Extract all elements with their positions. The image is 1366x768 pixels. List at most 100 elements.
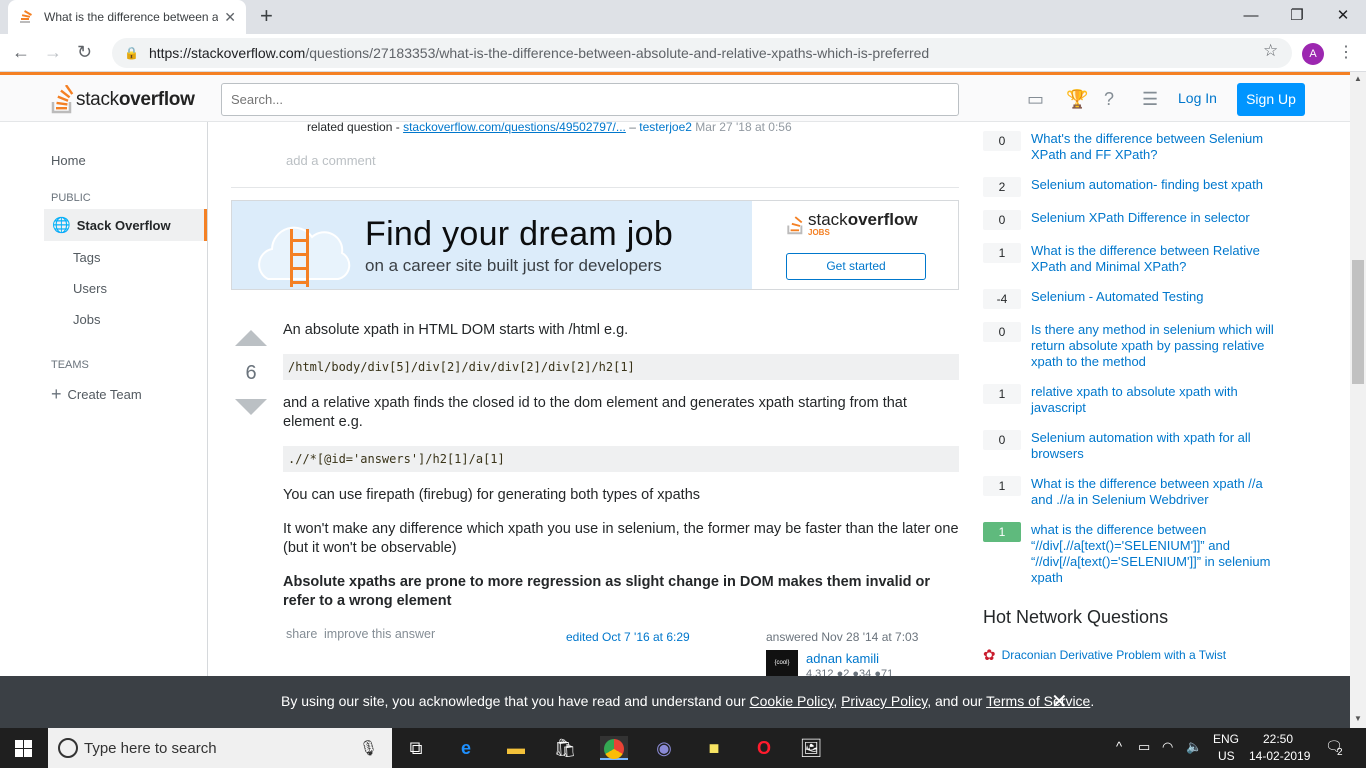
site-logo[interactable]: stackoverflow	[50, 85, 195, 115]
answer-user-name[interactable]: adnan kamili	[806, 651, 879, 666]
close-tab-icon[interactable]: ✕	[224, 9, 236, 26]
microphone-icon[interactable]: 🎙	[359, 739, 378, 757]
signup-button[interactable]: Sign Up	[1237, 83, 1305, 116]
comment-user[interactable]: testerjoe2	[639, 120, 692, 134]
task-view-icon[interactable]: ⧉	[402, 736, 430, 760]
ad-left-panel: Find your dream job on a career site bui…	[232, 201, 752, 289]
scroll-down-icon[interactable]: ▼	[1354, 714, 1362, 723]
edited-link[interactable]: edited Oct 7 '16 at 6:29	[566, 630, 690, 644]
related-question[interactable]: -4 Selenium - Automated Testing	[983, 289, 1281, 309]
scrollbar-thumb[interactable]	[1352, 260, 1364, 384]
related-question[interactable]: 0 Selenium XPath Difference in selector	[983, 210, 1281, 230]
address-bar[interactable]: 🔒 https://stackoverflow.com/questions/27…	[112, 38, 1292, 68]
related-title[interactable]: What is the difference between xpath //a…	[1031, 476, 1281, 508]
browser-tab[interactable]: What is the difference between a ✕	[8, 0, 246, 34]
scroll-up-icon[interactable]: ▲	[1354, 74, 1362, 83]
wifi-icon[interactable]: ◠	[1162, 739, 1173, 755]
tray-chevron-icon[interactable]: ^	[1116, 739, 1122, 754]
hot-network-item[interactable]: ✿ Draconian Derivative Problem with a Tw…	[983, 646, 1226, 664]
achievements-trophy-icon[interactable]: 🏆	[1066, 89, 1088, 110]
taskbar-search[interactable]: Type here to search 🎙	[48, 728, 392, 768]
related-score: 0	[983, 322, 1021, 342]
file-explorer-icon[interactable]: ▬	[502, 736, 530, 760]
forward-icon[interactable]: →	[44, 42, 62, 62]
sticky-notes-icon[interactable]: ■	[700, 736, 728, 760]
search-input[interactable]	[221, 83, 959, 116]
jobs-ad-banner[interactable]: Find your dream job on a career site bui…	[231, 200, 959, 290]
store-icon[interactable]: 🛍	[551, 736, 579, 760]
related-title[interactable]: Selenium - Automated Testing	[1031, 289, 1281, 309]
related-question[interactable]: 1 what is the difference between “//div[.…	[983, 522, 1281, 586]
related-score: -4	[983, 289, 1021, 309]
improve-answer-link[interactable]: improve this answer	[324, 627, 435, 641]
minimize-icon[interactable]: —	[1228, 4, 1274, 28]
eclipse-icon[interactable]: ◉	[650, 736, 678, 760]
related-title[interactable]: Is there any method in selenium which wi…	[1031, 322, 1281, 370]
related-title[interactable]: Selenium automation with xpath for all b…	[1031, 430, 1281, 462]
back-icon[interactable]: ←	[12, 42, 30, 62]
opera-icon[interactable]: O	[750, 736, 778, 760]
related-title[interactable]: What is the difference between Relative …	[1031, 243, 1281, 275]
login-link[interactable]: Log In	[1178, 90, 1217, 106]
page-scrollbar[interactable]: ▲ ▼	[1350, 72, 1366, 728]
privacy-policy-link[interactable]: Privacy Policy	[841, 693, 927, 709]
add-comment-link[interactable]: add a comment	[286, 153, 376, 168]
clock-time[interactable]: 22:50	[1263, 732, 1293, 746]
related-question[interactable]: 0 Selenium automation with xpath for all …	[983, 430, 1281, 462]
downvote-button[interactable]	[235, 399, 267, 415]
close-window-icon[interactable]: ✕	[1320, 4, 1366, 28]
close-cookie-icon[interactable]: ✕	[1051, 689, 1068, 714]
site-switcher-icon[interactable]: ☰	[1142, 89, 1158, 110]
related-title[interactable]: What's the difference between Selenium X…	[1031, 131, 1281, 163]
share-link[interactable]: share	[286, 627, 317, 641]
lang-eng[interactable]: ENG	[1213, 732, 1239, 746]
bookmark-star-icon[interactable]: ☆	[1263, 41, 1278, 61]
ad-brand-overflow: overflow	[847, 210, 918, 229]
related-question[interactable]: 1 What is the difference between xpath //…	[983, 476, 1281, 508]
volume-icon[interactable]: 🔈	[1186, 739, 1202, 755]
clock-date[interactable]: 14-02-2019	[1249, 749, 1310, 763]
cookie-text: By using our site, you acknowledge that …	[281, 693, 1094, 709]
create-team-link[interactable]: + Create Team	[51, 384, 142, 405]
maximize-icon[interactable]: ❐	[1274, 4, 1320, 28]
nav-stack-overflow-label: Stack Overflow	[76, 217, 171, 233]
photos-icon[interactable]: 🖼	[797, 736, 825, 760]
windows-start-icon[interactable]	[15, 740, 32, 757]
nav-stack-overflow[interactable]: 🌐 Stack Overflow	[44, 209, 207, 241]
related-question[interactable]: 0 What's the difference between Selenium …	[983, 131, 1281, 163]
new-tab-icon[interactable]: +	[260, 4, 273, 28]
inbox-icon[interactable]: ▭	[1027, 89, 1044, 110]
terms-of-service-link[interactable]: Terms of Service	[986, 693, 1090, 709]
related-question[interactable]: 1 relative xpath to absolute xpath with j…	[983, 384, 1281, 416]
profile-avatar[interactable]: A	[1302, 43, 1324, 65]
lang-us[interactable]: US	[1218, 749, 1235, 763]
edge-icon[interactable]: e	[452, 736, 480, 760]
comment-date: Mar 27 '18 at 0:56	[695, 120, 792, 134]
ad-subline: on a career site built just for develope…	[365, 256, 662, 275]
related-title[interactable]: what is the difference between “//div[./…	[1031, 522, 1281, 586]
related-title[interactable]: relative xpath to absolute xpath with ja…	[1031, 384, 1281, 416]
related-title[interactable]: Selenium XPath Difference in selector	[1031, 210, 1281, 230]
reload-icon[interactable]: ↻	[77, 42, 92, 62]
help-icon[interactable]: ?	[1104, 89, 1114, 110]
answer-paragraph-1: An absolute xpath in HTML DOM starts wit…	[283, 322, 629, 338]
nav-tags[interactable]: Tags	[73, 250, 100, 265]
battery-icon[interactable]: ▭	[1138, 739, 1150, 755]
chrome-icon[interactable]	[600, 736, 628, 760]
nav-home[interactable]: Home	[51, 153, 86, 168]
upvote-button[interactable]	[235, 330, 267, 346]
chrome-menu-icon[interactable]: ⋮	[1338, 42, 1354, 62]
nav-users[interactable]: Users	[73, 281, 107, 296]
related-question[interactable]: 1 What is the difference between Relative…	[983, 243, 1281, 275]
cookie-policy-link[interactable]: Cookie Policy	[750, 693, 834, 709]
nav-jobs[interactable]: Jobs	[73, 312, 100, 327]
ad-get-started-button[interactable]: Get started	[786, 253, 926, 280]
related-title[interactable]: Selenium automation- finding best xpath	[1031, 177, 1281, 197]
related-question[interactable]: 0 Is there any method in selenium which w…	[983, 322, 1281, 370]
user-avatar[interactable]: {cool}	[766, 650, 798, 676]
logo-text-stack: stack	[76, 89, 119, 110]
answer-paragraph-5: Absolute xpaths are prone to more regres…	[283, 574, 931, 609]
comment-link[interactable]: stackoverflow.com/questions/49502797/...	[403, 120, 626, 134]
related-score: 0	[983, 210, 1021, 230]
related-question[interactable]: 2 Selenium automation- finding best xpath	[983, 177, 1281, 197]
